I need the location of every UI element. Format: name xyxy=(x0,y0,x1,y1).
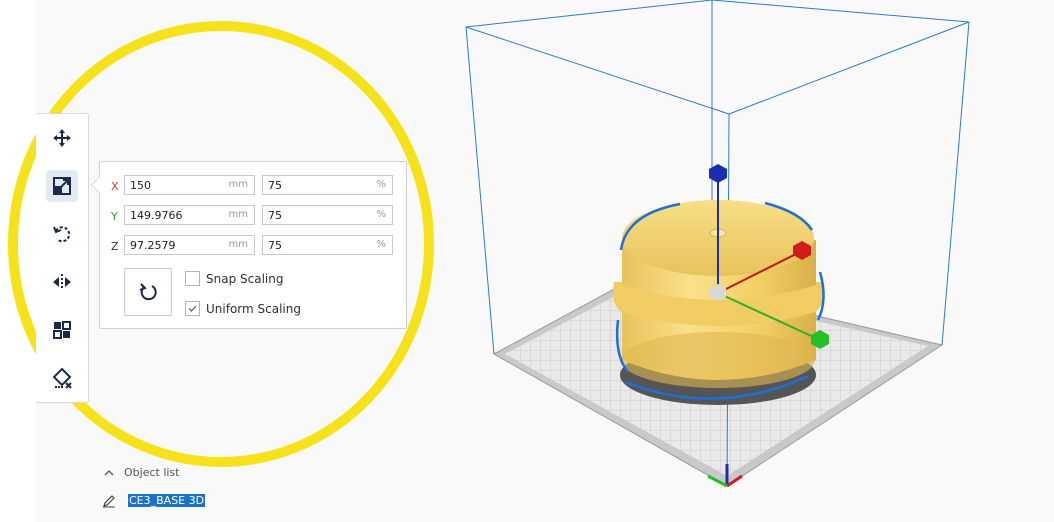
object-list-label: Object list xyxy=(124,466,180,479)
uniform-scaling-checkbox[interactable] xyxy=(185,301,200,316)
z-size-unit: mm xyxy=(228,239,248,250)
x-percent-unit: % xyxy=(376,179,386,190)
reset-scale-button[interactable] xyxy=(124,268,172,316)
panel-pointer-fill xyxy=(92,177,100,193)
move-tool-button[interactable] xyxy=(46,122,78,154)
z-size-field[interactable]: 97.2579 mm xyxy=(124,235,255,255)
move-icon xyxy=(53,129,71,147)
scale-tool-button[interactable] xyxy=(46,170,78,202)
x-size-unit: mm xyxy=(228,179,248,190)
z-percent-value: 75 xyxy=(268,239,282,252)
pencil-icon[interactable] xyxy=(102,494,116,508)
rotate-icon xyxy=(53,226,71,243)
per-model-settings-icon xyxy=(53,321,71,339)
z-size-value: 97.2579 xyxy=(130,239,176,252)
chevron-up-icon xyxy=(104,470,114,476)
scale-panel: X 150 mm 75 % Y 149.9766 mm 75 % Z 97.25… xyxy=(99,161,407,329)
scale-icon xyxy=(53,177,71,195)
tool-bar xyxy=(36,113,89,403)
rotate-tool-button[interactable] xyxy=(46,218,78,250)
checkmark-icon xyxy=(188,305,197,312)
x-size-value: 150 xyxy=(130,179,151,192)
y-axis-label: Y xyxy=(111,210,118,223)
x-percent-value: 75 xyxy=(268,179,282,192)
reset-icon xyxy=(139,283,157,301)
y-size-value: 149.9766 xyxy=(130,209,183,222)
mirror-icon xyxy=(53,274,71,290)
z-percent-unit: % xyxy=(376,239,386,250)
x-percent-field[interactable]: 75 % xyxy=(262,175,393,195)
object-name-field[interactable]: CE3_BASE 3D xyxy=(128,494,206,507)
per-model-settings-button[interactable] xyxy=(46,314,78,346)
x-size-field[interactable]: 150 mm xyxy=(124,175,255,195)
x-axis-label: X xyxy=(111,180,119,193)
y-percent-unit: % xyxy=(376,209,386,220)
y-size-unit: mm xyxy=(228,209,248,220)
object-list-toggle[interactable]: Object list xyxy=(104,466,179,479)
z-percent-field[interactable]: 75 % xyxy=(262,235,393,255)
support-blocker-icon xyxy=(52,367,72,389)
snap-scaling-checkbox[interactable] xyxy=(185,271,200,286)
mirror-tool-button[interactable] xyxy=(46,266,78,298)
support-blocker-button[interactable] xyxy=(46,362,78,394)
y-percent-field[interactable]: 75 % xyxy=(262,205,393,225)
snap-scaling-label: Snap Scaling xyxy=(206,272,284,286)
z-axis-label: Z xyxy=(111,240,119,253)
uniform-scaling-label: Uniform Scaling xyxy=(206,302,301,316)
y-size-field[interactable]: 149.9766 mm xyxy=(124,205,255,225)
y-percent-value: 75 xyxy=(268,209,282,222)
